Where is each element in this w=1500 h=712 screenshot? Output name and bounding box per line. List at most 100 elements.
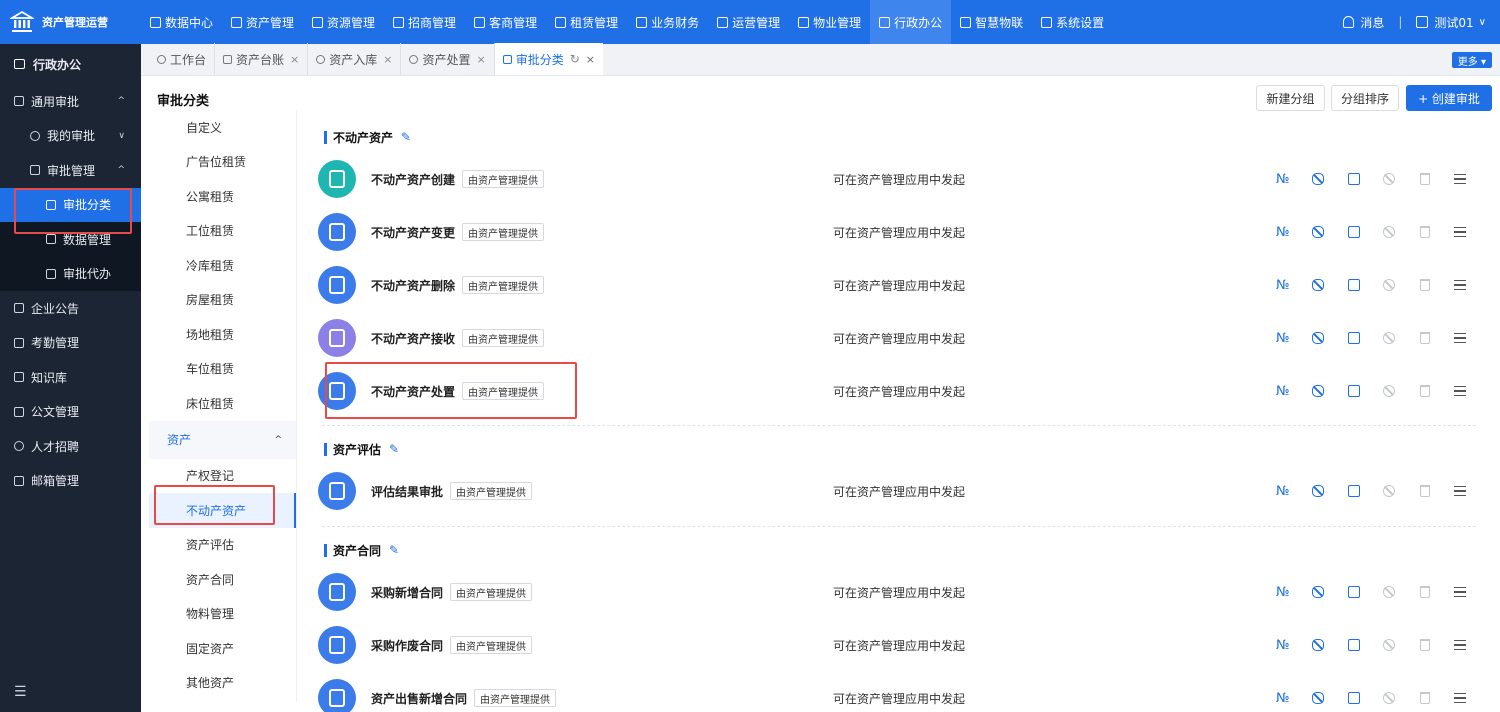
user-name[interactable]: 测试01 bbox=[1434, 14, 1473, 31]
category-item[interactable]: 不动产资产 bbox=[149, 493, 296, 528]
bell-icon[interactable] bbox=[1343, 16, 1355, 28]
edit-icon[interactable] bbox=[1336, 226, 1372, 238]
sidebar-item-attendance[interactable]: 考勤管理 bbox=[0, 326, 141, 361]
close-icon[interactable]: × bbox=[383, 53, 392, 66]
sidebar-item-recruitment[interactable]: 人才招聘 bbox=[0, 429, 141, 464]
tab-workbench[interactable]: 工作台 bbox=[149, 43, 216, 75]
drag-handle-icon[interactable] bbox=[1443, 693, 1479, 703]
delete-icon[interactable] bbox=[1407, 485, 1443, 497]
sidebar-item-approval-category[interactable]: 审批分类 bbox=[0, 187, 141, 222]
category-item[interactable]: 资产合同 bbox=[149, 562, 296, 597]
drag-handle-icon[interactable] bbox=[1443, 486, 1479, 496]
edit-icon[interactable]: ✎ bbox=[389, 543, 399, 557]
topnav-item[interactable]: 行政办公 bbox=[870, 0, 952, 44]
tab-asset-ledger[interactable]: 资产台账 × bbox=[215, 43, 309, 75]
flow-icon[interactable] bbox=[1301, 226, 1337, 238]
drag-handle-icon[interactable] bbox=[1443, 280, 1479, 290]
sidebar-item-general-approval[interactable]: 通用审批 ^ bbox=[0, 84, 141, 119]
topnav-item[interactable]: 智慧物联 bbox=[951, 0, 1032, 44]
delete-icon[interactable] bbox=[1407, 332, 1443, 344]
collapse-menu-icon[interactable]: ☰ bbox=[14, 684, 27, 700]
disable-icon[interactable] bbox=[1372, 639, 1408, 651]
close-icon[interactable]: × bbox=[586, 53, 595, 66]
number-icon[interactable]: № bbox=[1265, 384, 1301, 399]
number-icon[interactable]: № bbox=[1265, 278, 1301, 293]
app-logo[interactable]: 资产管理运营 bbox=[0, 0, 141, 44]
category-item[interactable]: 房屋租赁 bbox=[149, 283, 296, 318]
flow-icon[interactable] bbox=[1301, 332, 1337, 344]
category-item[interactable]: 固定资产 bbox=[149, 631, 296, 666]
reload-icon[interactable]: ↻ bbox=[570, 52, 580, 66]
topnav-item[interactable]: 资产管理 bbox=[222, 0, 303, 44]
flow-icon[interactable] bbox=[1301, 639, 1337, 651]
edit-icon[interactable] bbox=[1336, 586, 1372, 598]
close-icon[interactable]: × bbox=[477, 53, 486, 66]
tab-asset-disposal[interactable]: 资产处置 × bbox=[401, 43, 495, 75]
number-icon[interactable]: № bbox=[1265, 225, 1301, 240]
drag-handle-icon[interactable] bbox=[1443, 333, 1479, 343]
flow-icon[interactable] bbox=[1301, 173, 1337, 185]
category-item[interactable]: 场地租赁 bbox=[149, 317, 296, 352]
category-item[interactable]: 冷库租赁 bbox=[149, 248, 296, 283]
drag-handle-icon[interactable] bbox=[1443, 587, 1479, 597]
topnav-item[interactable]: 数据中心 bbox=[141, 0, 222, 44]
topnav-item[interactable]: 系统设置 bbox=[1032, 0, 1113, 44]
flow-icon[interactable] bbox=[1301, 586, 1337, 598]
edit-icon[interactable]: ✎ bbox=[401, 130, 411, 144]
edit-icon[interactable] bbox=[1336, 385, 1372, 397]
drag-handle-icon[interactable] bbox=[1443, 640, 1479, 650]
drag-handle-icon[interactable] bbox=[1443, 174, 1479, 184]
disable-icon[interactable] bbox=[1372, 279, 1408, 291]
number-icon[interactable]: № bbox=[1265, 172, 1301, 187]
number-icon[interactable]: № bbox=[1265, 585, 1301, 600]
sidebar-item-documents[interactable]: 公文管理 bbox=[0, 395, 141, 430]
category-item[interactable]: 公寓租赁 bbox=[149, 179, 296, 214]
sidebar-item-data-management[interactable]: 数据管理 bbox=[0, 222, 141, 257]
number-icon[interactable]: № bbox=[1265, 691, 1301, 706]
topnav-item[interactable]: 运营管理 bbox=[708, 0, 789, 44]
delete-icon[interactable] bbox=[1407, 692, 1443, 704]
sidebar-item-announcements[interactable]: 企业公告 bbox=[0, 291, 141, 326]
tab-approval-category[interactable]: 审批分类 ↻ × bbox=[494, 43, 604, 75]
disable-icon[interactable] bbox=[1372, 692, 1408, 704]
edit-icon[interactable] bbox=[1336, 173, 1372, 185]
sidebar-item-my-approval[interactable]: 我的审批 ∨ bbox=[0, 119, 141, 154]
flow-icon[interactable] bbox=[1301, 385, 1337, 397]
sidebar-item-approval-proxy[interactable]: 审批代办 bbox=[0, 256, 141, 291]
number-icon[interactable]: № bbox=[1265, 331, 1301, 346]
drag-handle-icon[interactable] bbox=[1443, 227, 1479, 237]
delete-icon[interactable] bbox=[1407, 173, 1443, 185]
topnav-item[interactable]: 资源管理 bbox=[303, 0, 384, 44]
topnav-item[interactable]: 租赁管理 bbox=[546, 0, 627, 44]
edit-icon[interactable] bbox=[1336, 332, 1372, 344]
more-tabs-button[interactable]: 更多 ▾ bbox=[1451, 52, 1492, 68]
category-item[interactable]: 其他资产 bbox=[149, 666, 296, 701]
edit-icon[interactable] bbox=[1336, 639, 1372, 651]
delete-icon[interactable] bbox=[1407, 279, 1443, 291]
topnav-item[interactable]: 物业管理 bbox=[789, 0, 870, 44]
messages-link[interactable]: 消息 bbox=[1360, 14, 1384, 31]
flow-icon[interactable] bbox=[1301, 485, 1337, 497]
topnav-item[interactable]: 客商管理 bbox=[465, 0, 546, 44]
edit-icon[interactable] bbox=[1336, 692, 1372, 704]
edit-icon[interactable] bbox=[1336, 485, 1372, 497]
category-item[interactable]: 资产评估 bbox=[149, 528, 296, 563]
disable-icon[interactable] bbox=[1372, 385, 1408, 397]
topnav-item[interactable]: 业务财务 bbox=[627, 0, 708, 44]
drag-handle-icon[interactable] bbox=[1443, 386, 1479, 396]
category-item[interactable]: 车位租赁 bbox=[149, 352, 296, 387]
edit-icon[interactable]: ✎ bbox=[389, 442, 399, 456]
disable-icon[interactable] bbox=[1372, 173, 1408, 185]
category-item[interactable]: 床位租赁 bbox=[149, 386, 296, 421]
sidebar-item-approval-management[interactable]: 审批管理 ^ bbox=[0, 153, 141, 188]
flow-icon[interactable] bbox=[1301, 692, 1337, 704]
category-item[interactable]: 广告位租赁 bbox=[149, 145, 296, 180]
delete-icon[interactable] bbox=[1407, 639, 1443, 651]
group-sort-button[interactable]: 分组排序 bbox=[1331, 85, 1399, 111]
edit-icon[interactable] bbox=[1336, 279, 1372, 291]
delete-icon[interactable] bbox=[1407, 226, 1443, 238]
delete-icon[interactable] bbox=[1407, 586, 1443, 598]
number-icon[interactable]: № bbox=[1265, 484, 1301, 499]
sidebar-item-knowledge-base[interactable]: 知识库 bbox=[0, 360, 141, 395]
create-approval-button[interactable]: + 创建审批 bbox=[1406, 85, 1492, 111]
